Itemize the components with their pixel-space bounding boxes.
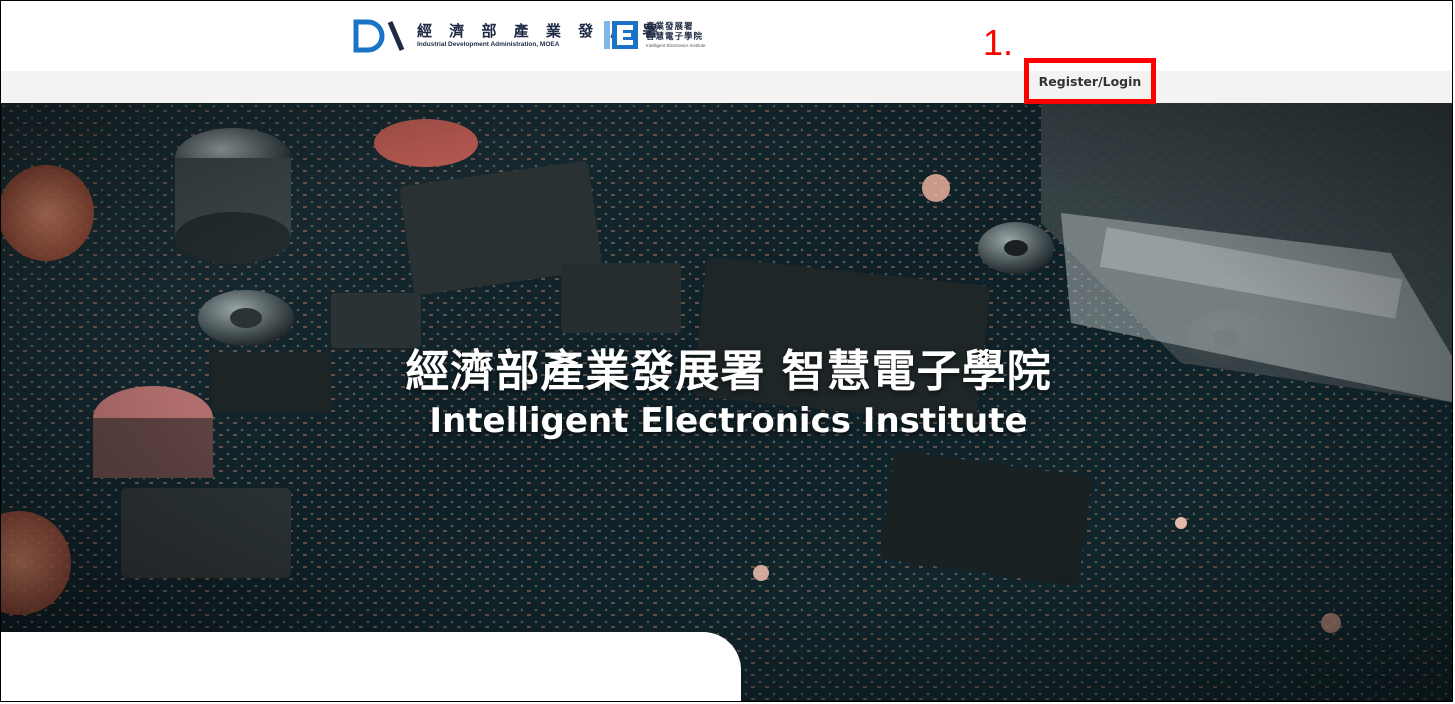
logo-bar: 經 濟 部 產 業 發 展 署 Industrial Development A… [1,1,1452,71]
hero-banner: 經濟部產業發展署 智慧電子學院 Intelligent Electronics … [1,103,1452,701]
iei-name-en: Intelligent Electronics Institute [646,42,706,48]
iei-name-zh-line2: 智慧電子學院 [646,31,704,42]
content-card [1,632,741,701]
iei-logo-icon [604,21,638,49]
iei-name-zh-line1: 產業發展署 [646,21,694,32]
ida-logo-icon [353,19,405,53]
nav-strip [1,71,1452,103]
hero-title-zh: 經濟部產業發展署 智慧電子學院 [405,346,1052,397]
step-annotation: 1. [983,22,1014,63]
page-frame: 經 濟 部 產 業 發 展 署 Industrial Development A… [0,0,1453,702]
iei-logo[interactable]: 產業發展署 智慧電子學院 Intelligent Electronics Ins… [604,19,706,51]
register-login-link[interactable]: Register/Login [1024,58,1156,104]
hero-title-en: Intelligent Electronics Institute [429,401,1028,441]
